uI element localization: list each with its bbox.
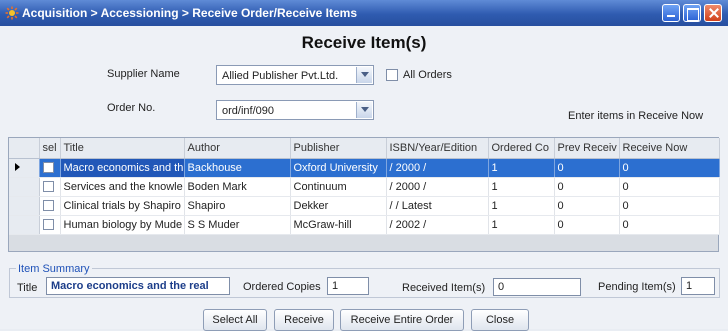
- prev-received-cell[interactable]: 0: [554, 158, 620, 178]
- row-header-cell: [9, 138, 40, 159]
- row-header[interactable]: [9, 196, 40, 216]
- minimize-button[interactable]: [662, 4, 680, 22]
- ordered-cell[interactable]: 1: [488, 196, 555, 216]
- receive-now-cell[interactable]: 0: [619, 158, 720, 178]
- author-cell[interactable]: Shapiro: [184, 196, 291, 216]
- chevron-down-icon[interactable]: [356, 102, 372, 118]
- column-header-isbn[interactable]: ISBN/Year/Edition: [386, 138, 489, 159]
- title-cell[interactable]: Macro economics and th: [60, 158, 185, 178]
- item-summary-legend: Item Summary: [16, 263, 92, 275]
- publisher-cell[interactable]: Continuum: [290, 177, 387, 197]
- title-cell[interactable]: Services and the knowle: [60, 177, 185, 197]
- receive-items-window: Acquisition > Accessioning > Receive Ord…: [0, 0, 728, 331]
- select-all-button[interactable]: Select All: [203, 309, 267, 331]
- column-header-ordered[interactable]: Ordered Co: [488, 138, 555, 159]
- table-row[interactable]: Clinical trials by Shapiro Shapiro Dekke…: [9, 196, 720, 216]
- title-bar: Acquisition > Accessioning > Receive Ord…: [0, 0, 728, 26]
- summary-title-field[interactable]: Macro economics and the real: [46, 277, 230, 295]
- window-title: Acquisition > Accessioning > Receive Ord…: [22, 6, 358, 20]
- publisher-cell[interactable]: Dekker: [290, 196, 387, 216]
- receive-button[interactable]: Receive: [274, 309, 334, 331]
- title-cell[interactable]: Clinical trials by Shapiro: [60, 196, 185, 216]
- chevron-down-icon[interactable]: [356, 67, 372, 83]
- author-cell[interactable]: S S Muder: [184, 215, 291, 235]
- table-row[interactable]: Macro economics and th Backhouse Oxford …: [9, 158, 720, 178]
- row-select-checkbox[interactable]: [42, 219, 54, 231]
- supplier-label: Supplier Name: [107, 68, 180, 80]
- ordered-cell[interactable]: 1: [488, 177, 555, 197]
- received-items-field[interactable]: 0: [493, 278, 581, 296]
- page-title: Receive Item(s): [301, 33, 427, 52]
- column-header-publisher[interactable]: Publisher: [290, 138, 387, 159]
- isbn-cell[interactable]: / / Latest: [386, 196, 489, 216]
- title-cell[interactable]: Human biology by Mude: [60, 215, 185, 235]
- isbn-cell[interactable]: / 2002 /: [386, 215, 489, 235]
- table-row[interactable]: Human biology by Mude S S Muder McGraw-h…: [9, 215, 720, 235]
- order-no-label: Order No.: [107, 102, 156, 114]
- row-header[interactable]: [9, 177, 40, 197]
- row-header[interactable]: [9, 158, 40, 178]
- isbn-cell[interactable]: / 2000 /: [386, 158, 489, 178]
- sel-cell[interactable]: [39, 215, 61, 235]
- items-grid: sel Title Author Publisher ISBN/Year/Edi…: [8, 137, 720, 252]
- sel-cell[interactable]: [39, 196, 61, 216]
- maximize-button[interactable]: [683, 4, 701, 22]
- close-button[interactable]: Close: [471, 309, 529, 331]
- ordered-cell[interactable]: 1: [488, 158, 555, 178]
- row-select-checkbox[interactable]: [42, 181, 54, 193]
- order-no-select[interactable]: ord/inf/090: [216, 100, 374, 120]
- ordered-copies-label: Ordered Copies: [243, 281, 321, 293]
- all-orders-label: All Orders: [403, 69, 452, 81]
- supplier-value: Allied Publisher Pvt.Ltd.: [222, 70, 339, 82]
- row-select-checkbox[interactable]: [42, 162, 54, 174]
- sel-cell[interactable]: [39, 158, 61, 178]
- publisher-cell[interactable]: McGraw-hill: [290, 215, 387, 235]
- column-header-prev-received[interactable]: Prev Receiv: [554, 138, 620, 159]
- pending-items-label: Pending Item(s): [598, 281, 676, 293]
- receive-entire-order-button[interactable]: Receive Entire Order: [340, 309, 464, 331]
- received-items-label: Received Item(s): [402, 282, 486, 294]
- column-header-title[interactable]: Title: [60, 138, 185, 159]
- column-header-sel[interactable]: sel: [39, 138, 61, 159]
- column-header-author[interactable]: Author: [184, 138, 291, 159]
- receive-now-hint: Enter items in Receive Now: [568, 110, 704, 122]
- column-header-receive-now[interactable]: Receive Now: [619, 138, 720, 159]
- prev-received-cell[interactable]: 0: [554, 196, 620, 216]
- receive-now-cell[interactable]: 0: [619, 215, 720, 235]
- sel-cell[interactable]: [39, 177, 61, 197]
- ordered-copies-field[interactable]: 1: [327, 277, 369, 295]
- all-orders-checkbox[interactable]: [386, 69, 398, 81]
- close-window-button[interactable]: [704, 4, 722, 22]
- app-icon: [5, 6, 19, 20]
- summary-title-label: Title: [17, 282, 38, 294]
- current-row-marker-icon: [15, 162, 20, 171]
- ordered-cell[interactable]: 1: [488, 215, 555, 235]
- supplier-select[interactable]: Allied Publisher Pvt.Ltd.: [216, 65, 374, 85]
- table-row[interactable]: Services and the knowle Boden Mark Conti…: [9, 177, 720, 197]
- prev-received-cell[interactable]: 0: [554, 215, 620, 235]
- publisher-cell[interactable]: Oxford University: [290, 158, 387, 178]
- row-select-checkbox[interactable]: [42, 200, 54, 212]
- grid-header-row: sel Title Author Publisher ISBN/Year/Edi…: [9, 138, 720, 159]
- author-cell[interactable]: Backhouse: [184, 158, 291, 178]
- isbn-cell[interactable]: / 2000 /: [386, 177, 489, 197]
- order-no-value: ord/inf/090: [222, 105, 274, 117]
- receive-now-cell[interactable]: 0: [619, 177, 720, 197]
- author-cell[interactable]: Boden Mark: [184, 177, 291, 197]
- row-header[interactable]: [9, 215, 40, 235]
- pending-items-field[interactable]: 1: [681, 277, 715, 295]
- receive-now-cell[interactable]: 0: [619, 196, 720, 216]
- prev-received-cell[interactable]: 0: [554, 177, 620, 197]
